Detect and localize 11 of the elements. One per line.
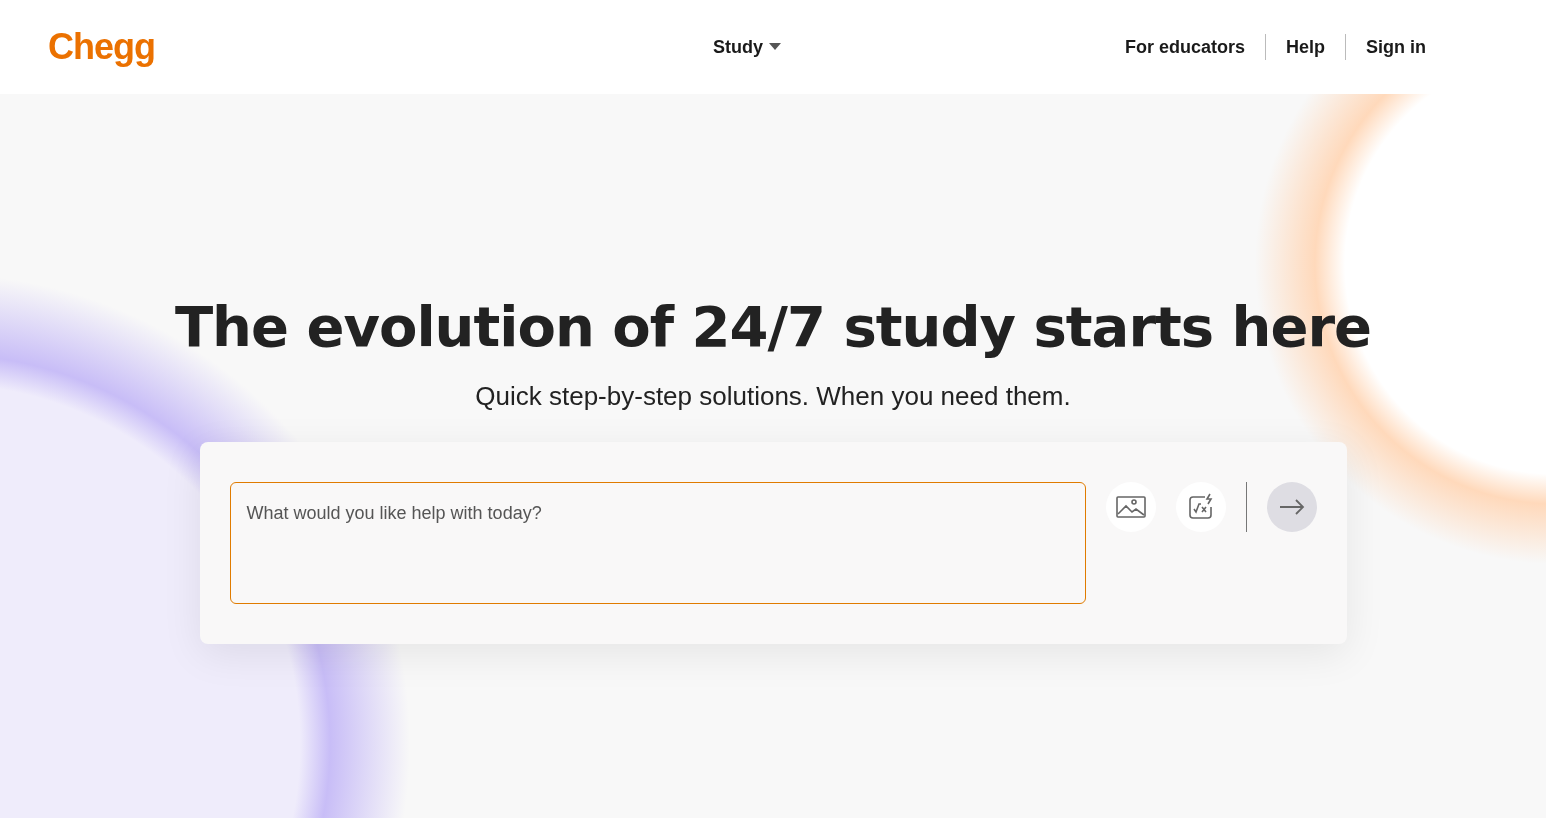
question-field[interactable]: What would you like help with today? xyxy=(229,482,1086,604)
caret-icon xyxy=(769,43,781,51)
image-icon xyxy=(1115,495,1146,519)
arrow-right-icon xyxy=(1278,499,1305,515)
math-icon xyxy=(1186,493,1215,521)
nav-link[interactable]: For educators xyxy=(1104,36,1265,58)
nav-link[interactable]: Sign in xyxy=(1346,36,1446,58)
hero-title: The evolution of 24/7 study starts here xyxy=(174,294,1372,359)
nav-link[interactable]: Help xyxy=(1266,36,1345,58)
hero-subtitle: Quick step-by-step solutions. When you need them. xyxy=(475,381,1071,412)
study-menu[interactable]: Study xyxy=(713,36,781,58)
